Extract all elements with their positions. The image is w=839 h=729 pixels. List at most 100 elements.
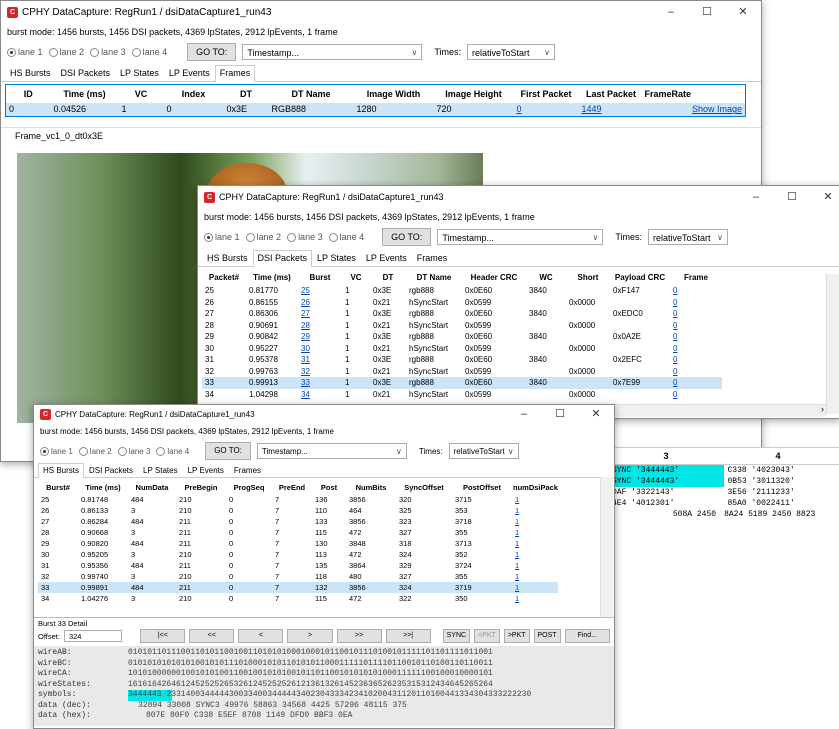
cell-link[interactable]: 1 bbox=[512, 549, 558, 560]
table-row[interactable]: 29 0.90842 29 1 0x3E rgb888 0x0E60 3840 0x0A2E 0 bbox=[202, 331, 722, 343]
table-row[interactable]: 32 0.99763 32 1 0x21 hSyncStart 0x0599 0x0000 0 bbox=[202, 366, 722, 378]
table-row[interactable]: 27 0.86284 484 211 0 7 133 3856 323 3718 1 bbox=[38, 516, 558, 527]
table-row[interactable]: 29 0.90820 484 211 0 7 130 3848 318 3713 1 bbox=[38, 538, 558, 549]
tab-frames[interactable]: Frames bbox=[229, 463, 266, 477]
cell-link[interactable]: 30 bbox=[298, 343, 342, 355]
tab-lp-states[interactable]: LP States bbox=[115, 65, 164, 81]
back-button[interactable]: < bbox=[238, 629, 284, 643]
cell-link[interactable]: 1 bbox=[512, 538, 558, 549]
cell-link[interactable]: 1 bbox=[512, 527, 558, 538]
cell-link[interactable]: 1 bbox=[512, 494, 558, 505]
cell-link[interactable]: 0 bbox=[670, 354, 722, 366]
lane1-radio[interactable]: lane 1 bbox=[7, 47, 43, 57]
times-combo[interactable]: relativeToStart ∨ bbox=[647, 229, 728, 245]
vertical-scrollbar[interactable] bbox=[600, 477, 613, 617]
col-header[interactable]: DT Name bbox=[406, 269, 462, 285]
prev-packet-button[interactable]: <PKT bbox=[474, 629, 500, 643]
page-back-button[interactable]: << bbox=[189, 629, 235, 643]
col-header[interactable]: DT Name bbox=[269, 85, 354, 103]
col-header[interactable]: Burst# bbox=[38, 480, 78, 494]
post-button[interactable]: POST bbox=[533, 629, 561, 643]
cell-link[interactable]: 28 bbox=[298, 320, 342, 332]
lane3-radio[interactable]: lane 3 bbox=[287, 232, 323, 242]
tab-lp-events[interactable]: LP Events bbox=[164, 65, 215, 81]
tab-hs-bursts[interactable]: HS Bursts bbox=[38, 463, 85, 478]
cell-link[interactable]: 0 bbox=[670, 308, 722, 320]
col-header[interactable]: VC bbox=[119, 85, 164, 103]
lane2-radio[interactable]: lane 2 bbox=[78, 446, 112, 456]
close-icon[interactable]: ✕ bbox=[578, 405, 614, 423]
times-combo[interactable]: relativeToStart ∨ bbox=[448, 443, 519, 459]
sync-button[interactable]: SYNC bbox=[442, 629, 471, 643]
table-row[interactable]: 26 0.86133 3 210 0 7 110 464 325 353 1 bbox=[38, 505, 558, 516]
cell-link[interactable]: 1 bbox=[512, 560, 558, 571]
col-header[interactable]: Short bbox=[566, 269, 610, 285]
table-row[interactable]: 28 0.90668 3 211 0 7 115 472 327 355 1 bbox=[38, 527, 558, 538]
col-header[interactable]: Frame bbox=[670, 269, 722, 285]
table-row[interactable]: 27 0.86306 27 1 0x3E rgb888 0x0E60 3840 0xEDC0 0 bbox=[202, 308, 722, 320]
col-header[interactable]: First Packet bbox=[514, 85, 579, 103]
col-header[interactable]: NumBits bbox=[346, 480, 396, 494]
last-button[interactable]: >>| bbox=[385, 629, 431, 643]
col-header[interactable]: DT bbox=[224, 85, 269, 103]
cell-link[interactable]: 0 bbox=[670, 366, 722, 378]
col-header[interactable]: ID bbox=[6, 85, 51, 103]
find-button[interactable]: Find... bbox=[564, 629, 611, 643]
col-header[interactable]: WC bbox=[526, 269, 566, 285]
tab-hs-bursts[interactable]: HS Bursts bbox=[5, 65, 56, 81]
goto-button[interactable]: GO TO: bbox=[382, 228, 432, 246]
cell-link[interactable]: 27 bbox=[298, 308, 342, 320]
page-forward-button[interactable]: >> bbox=[336, 629, 382, 643]
goto-button[interactable]: GO TO: bbox=[205, 442, 251, 460]
cell-link[interactable]: 0 bbox=[670, 377, 722, 389]
col-header[interactable]: Time (ms) bbox=[78, 480, 128, 494]
cell-link[interactable]: 31 bbox=[298, 354, 342, 366]
col-header[interactable]: Packet# bbox=[202, 269, 246, 285]
col-header[interactable]: PostOffset bbox=[452, 480, 512, 494]
col-header[interactable]: FrameRate bbox=[644, 85, 746, 103]
table-row[interactable]: 25 0.81748 484 210 0 7 136 3856 320 3715 1 bbox=[38, 494, 558, 505]
col-header[interactable]: Post bbox=[312, 480, 346, 494]
times-combo[interactable]: relativeToStart ∨ bbox=[466, 44, 555, 60]
goto-button[interactable]: GO TO: bbox=[187, 43, 237, 61]
tab-lp-states[interactable]: LP States bbox=[138, 463, 183, 477]
cell-link[interactable]: 0 bbox=[670, 320, 722, 332]
table-row[interactable]: 26 0.86155 26 1 0x21 hSyncStart 0x0599 0x0000 0 bbox=[202, 297, 722, 309]
cell-link[interactable]: 33 bbox=[298, 377, 342, 389]
col-header[interactable]: Image Width bbox=[354, 85, 434, 103]
cell-link[interactable]: 0 bbox=[670, 285, 722, 297]
table-row[interactable]: 33 0.99913 33 1 0x3E rgb888 0x0E60 3840 0x7E99 0 bbox=[202, 377, 722, 389]
table-row[interactable]: 30 0.95205 3 210 0 7 113 472 324 352 1 bbox=[38, 549, 558, 560]
col-header[interactable]: ProgSeq bbox=[226, 480, 272, 494]
tab-frames[interactable]: Frames bbox=[214, 65, 256, 82]
cell-link[interactable]: 1 bbox=[512, 593, 558, 604]
table-row[interactable]: 31 0.95356 484 211 0 7 135 3864 329 3724 1 bbox=[38, 560, 558, 571]
first-packet-link[interactable]: 0 bbox=[513, 102, 579, 117]
show-image-link[interactable]: Show Image bbox=[643, 102, 746, 117]
forward-button[interactable]: > bbox=[287, 629, 333, 643]
col-header[interactable]: PreEnd bbox=[272, 480, 312, 494]
cell-link[interactable]: 25 bbox=[298, 285, 342, 297]
close-icon[interactable]: ✕ bbox=[725, 1, 761, 23]
col-header[interactable]: Time (ms) bbox=[246, 269, 298, 285]
tab-lp-states[interactable]: LP States bbox=[312, 250, 361, 266]
timestamp-combo[interactable]: Timestamp... ∨ bbox=[437, 229, 604, 245]
table-row[interactable]: 25 0.81770 25 1 0x3E rgb888 0x0E60 3840 0xF147 0 bbox=[202, 285, 722, 297]
col-header[interactable]: Image Height bbox=[434, 85, 514, 103]
col-header[interactable]: Index bbox=[164, 85, 224, 103]
table-row[interactable]: 33 0.99891 484 211 0 7 132 3856 324 3719 1 bbox=[38, 582, 558, 593]
cell-link[interactable]: 1 bbox=[512, 505, 558, 516]
lane3-radio[interactable]: lane 3 bbox=[117, 446, 150, 456]
col-header[interactable]: DT bbox=[370, 269, 406, 285]
tab-frames[interactable]: Frames bbox=[412, 250, 453, 266]
lane4-radio[interactable]: lane 4 bbox=[156, 446, 189, 456]
tab-hs-bursts[interactable]: HS Bursts bbox=[202, 250, 253, 266]
maximize-icon[interactable]: ☐ bbox=[774, 186, 810, 208]
cell-link[interactable]: 1 bbox=[512, 516, 558, 527]
cell-link[interactable]: 1 bbox=[512, 582, 558, 593]
maximize-icon[interactable]: ☐ bbox=[542, 405, 578, 423]
minimize-icon[interactable]: – bbox=[506, 405, 542, 423]
next-packet-button[interactable]: >PKT bbox=[503, 629, 530, 643]
table-row[interactable]: 34 1.04276 3 210 0 7 115 472 322 350 1 bbox=[38, 593, 558, 604]
col-header[interactable]: Last Packet bbox=[579, 85, 644, 103]
